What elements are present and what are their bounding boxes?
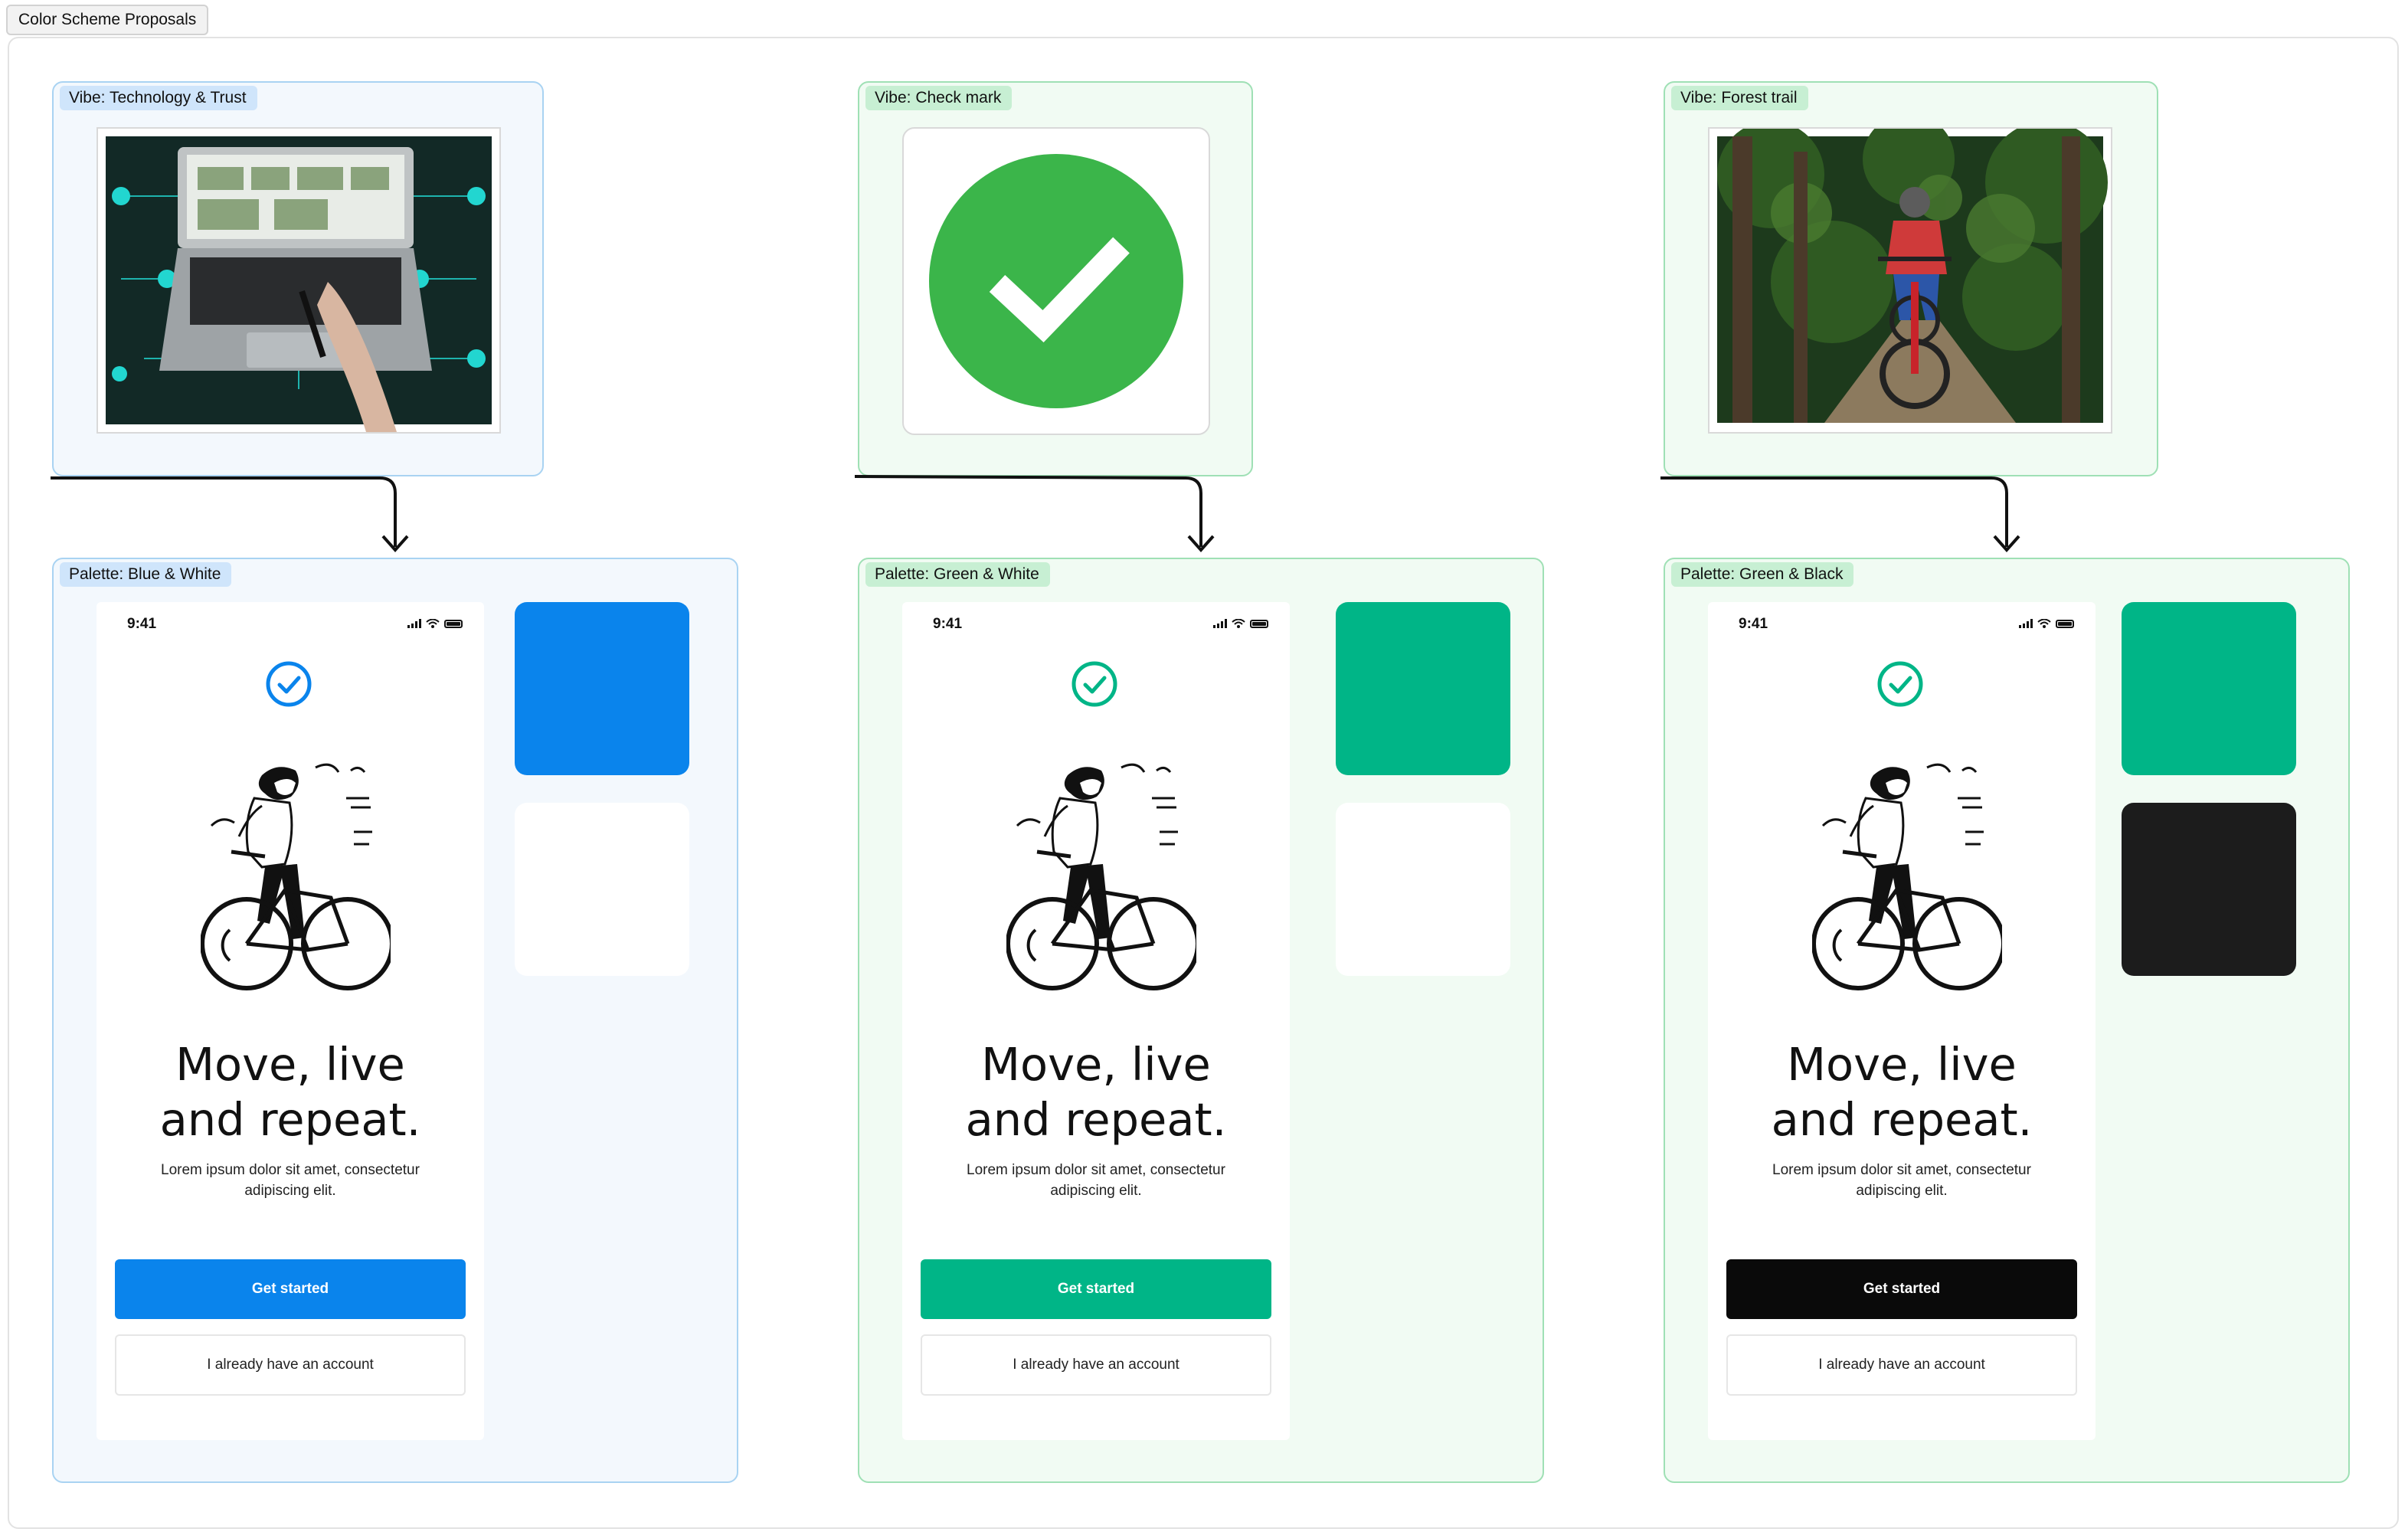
phone-mockup: 9:41 Move, live and repeat. Lorem ipsum … <box>1708 602 2096 1440</box>
board-title: Color Scheme Proposals <box>6 5 209 35</box>
color-swatch-secondary <box>2122 803 2296 976</box>
headline-line-1: Move, live <box>175 1038 405 1091</box>
headline-line-1: Move, live <box>1787 1038 2017 1091</box>
subtitle-line-2: adipiscing elit. <box>1856 1183 1948 1199</box>
get-started-button[interactable]: Get started <box>115 1259 466 1319</box>
phone-mockup: 9:41 Move, live and repeat. Lorem ipsum … <box>97 602 484 1440</box>
check-circle-icon <box>1877 661 1923 707</box>
laptop-network-photo <box>97 127 501 434</box>
green-check-circle <box>902 127 1210 435</box>
palette-frame-green-black[interactable]: Palette: Green & Black 9:41 Move, live a… <box>1664 558 2350 1483</box>
flow-arrow-1 <box>51 476 409 553</box>
status-bar-icons <box>1213 619 1268 628</box>
palette-label: Palette: Green & White <box>865 562 1050 587</box>
status-time: 9:41 <box>1739 616 1768 632</box>
cyclist-illustration <box>1006 763 1196 990</box>
subtitle-line-1: Lorem ipsum dolor sit amet, consectetur <box>161 1162 420 1178</box>
palette-frame-blue-white[interactable]: Palette: Blue & White 9:41 Move, live an… <box>52 558 738 1483</box>
subtitle-line-1: Lorem ipsum dolor sit amet, consectetur <box>1772 1162 2031 1178</box>
headline: Move, live and repeat. <box>97 1037 484 1147</box>
subtitle: Lorem ipsum dolor sit amet, consectetur … <box>135 1160 446 1201</box>
palette-label: Palette: Blue & White <box>60 562 232 587</box>
headline-line-1: Move, live <box>981 1038 1211 1091</box>
flow-arrow-2 <box>855 475 1215 553</box>
subtitle-line-2: adipiscing elit. <box>1050 1183 1142 1199</box>
headline-line-2: and repeat. <box>159 1093 421 1146</box>
palette-label: Palette: Green & Black <box>1671 562 1854 587</box>
palette-frame-green-white[interactable]: Palette: Green & White 9:41 Move, live a… <box>858 558 1544 1483</box>
status-time: 9:41 <box>933 616 963 632</box>
phone-mockup: 9:41 Move, live and repeat. Lorem ipsum … <box>902 602 1290 1440</box>
check-circle-icon <box>266 661 312 707</box>
wifi-icon <box>2037 619 2051 628</box>
subtitle-line-2: adipiscing elit. <box>244 1183 336 1199</box>
headline-line-2: and repeat. <box>1771 1093 2033 1146</box>
battery-icon <box>444 619 463 628</box>
existing-account-button[interactable]: I already have an account <box>115 1334 466 1396</box>
vibe-label: Vibe: Forest trail <box>1671 86 1808 110</box>
headline-line-2: and repeat. <box>965 1093 1227 1146</box>
signal-icon <box>407 619 421 628</box>
battery-icon <box>2056 619 2074 628</box>
subtitle: Lorem ipsum dolor sit amet, consectetur … <box>1746 1160 2057 1201</box>
headline: Move, live and repeat. <box>1708 1037 2096 1147</box>
vibe-frame-checkmark[interactable]: Vibe: Check mark <box>858 81 1253 476</box>
flow-arrow-3 <box>1660 476 2020 553</box>
wifi-icon <box>1232 619 1245 628</box>
get-started-button[interactable]: Get started <box>921 1259 1271 1319</box>
get-started-button[interactable]: Get started <box>1726 1259 2077 1319</box>
color-swatch-secondary <box>1336 803 1510 976</box>
vibe-label: Vibe: Technology & Trust <box>60 86 257 110</box>
headline: Move, live and repeat. <box>902 1037 1290 1147</box>
subtitle-line-1: Lorem ipsum dolor sit amet, consectetur <box>967 1162 1225 1178</box>
signal-icon <box>1213 619 1227 628</box>
color-swatch-primary <box>2122 602 2296 775</box>
signal-icon <box>2019 619 2033 628</box>
color-swatch-secondary <box>515 803 689 976</box>
cyclist-illustration <box>201 763 391 990</box>
existing-account-button[interactable]: I already have an account <box>921 1334 1271 1396</box>
status-bar-icons <box>407 619 463 628</box>
color-swatch-primary <box>515 602 689 775</box>
color-swatch-primary <box>1336 602 1510 775</box>
vibe-label: Vibe: Check mark <box>865 86 1013 110</box>
mountain-biker-forest-photo <box>1708 127 2112 434</box>
status-bar-icons <box>2019 619 2074 628</box>
subtitle: Lorem ipsum dolor sit amet, consectetur … <box>941 1160 1251 1201</box>
cyclist-illustration <box>1812 763 2002 990</box>
vibe-frame-forest[interactable]: Vibe: Forest trail <box>1664 81 2158 476</box>
wifi-icon <box>426 619 440 628</box>
check-circle-icon <box>1071 661 1117 707</box>
battery-icon <box>1250 619 1268 628</box>
vibe-frame-technology[interactable]: Vibe: Technology & Trust <box>52 81 544 476</box>
existing-account-button[interactable]: I already have an account <box>1726 1334 2077 1396</box>
status-time: 9:41 <box>127 616 157 632</box>
